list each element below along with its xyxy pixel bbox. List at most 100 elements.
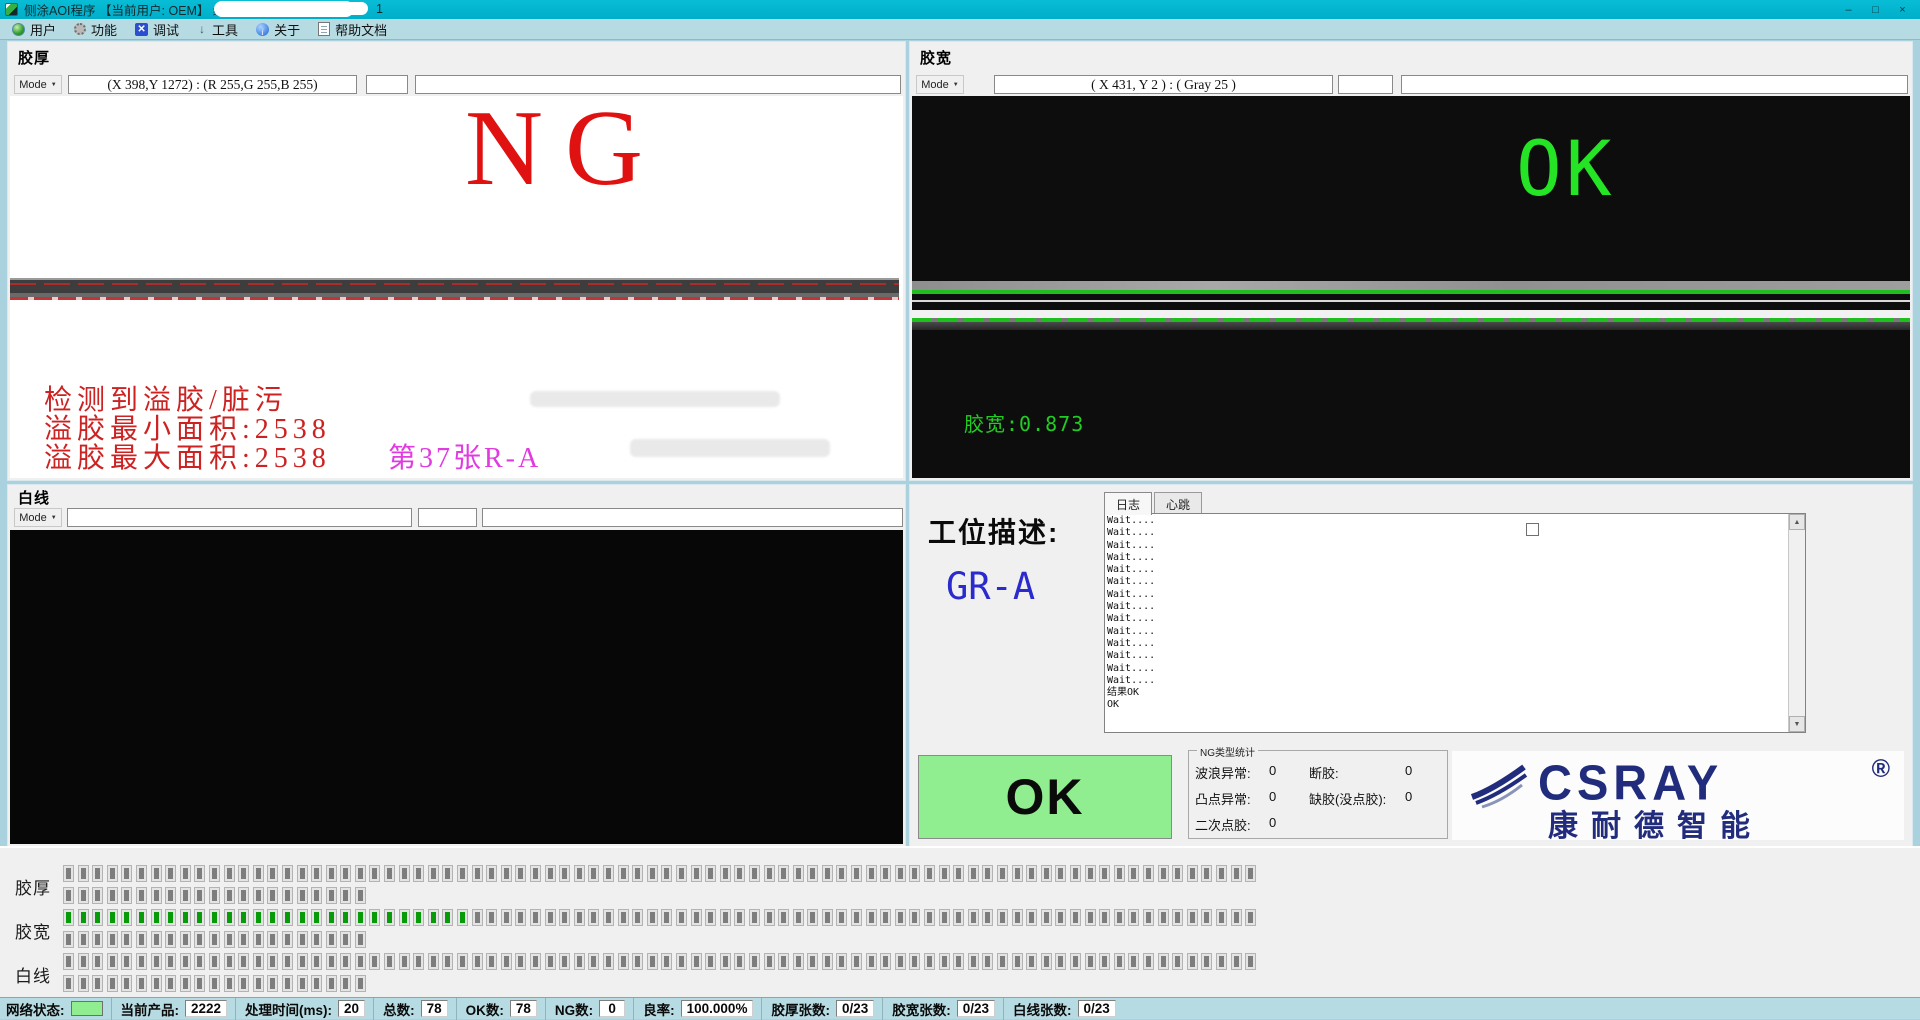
indicator-cell xyxy=(1041,953,1052,970)
menu-item-user[interactable]: 用户 xyxy=(6,19,68,40)
indicator-cell xyxy=(676,909,687,926)
indicator-cell xyxy=(895,909,906,926)
indicator-cell xyxy=(807,909,818,926)
indicator-cell xyxy=(238,931,249,948)
overall-result-button[interactable]: OK xyxy=(918,755,1172,839)
ng-stat-value: 0 xyxy=(1405,789,1412,808)
panel-title-glue-width: 胶宽 xyxy=(920,47,952,68)
indicator-cell xyxy=(282,865,293,882)
indicator-cell xyxy=(953,865,964,882)
menu-label: 工具 xyxy=(212,20,238,39)
indicator-cell xyxy=(165,953,176,970)
scroll-down-icon[interactable]: ▼ xyxy=(1789,716,1805,732)
ng-stats-grid: 波浪异常: 0 断胶: 0 凸点异常: 0 缺胶(没点胶): 0 二次点胶: 0 xyxy=(1195,763,1412,834)
indicator-cell xyxy=(793,909,804,926)
indicator-cell xyxy=(297,953,308,970)
indicator-cell xyxy=(180,909,191,926)
indicator-row xyxy=(63,931,366,948)
erased-smudge xyxy=(530,391,780,407)
indicator-cell xyxy=(1128,909,1139,926)
mode-dropdown-glue-width[interactable]: Mode xyxy=(916,75,964,94)
close-button[interactable]: × xyxy=(1889,0,1916,19)
pixel-readout-glue-width: ( X 431, Y 2 ) : ( Gray 25 ) xyxy=(994,75,1333,94)
tab-log[interactable]: 日志 xyxy=(1104,492,1152,515)
menu-item-debug[interactable]: 调试 xyxy=(129,19,191,40)
log-line: Wait.... xyxy=(1107,650,1785,662)
mode-dropdown-white-line[interactable]: Mode xyxy=(14,508,62,527)
status-item: 胶厚张数:0/23 xyxy=(761,998,882,1020)
log-line: Wait.... xyxy=(1107,601,1785,613)
panel-glue-width: 胶宽 Mode ( X 431, Y 2 ) : ( Gray 25 ) OK … xyxy=(910,42,1912,480)
log-scrollbar[interactable]: ▲ ▼ xyxy=(1788,514,1805,732)
status-item-value: 0/23 xyxy=(1078,1000,1116,1017)
title-bar: 侧涂AOI程序 【当前用户: OEM】 编 1 – □ × xyxy=(0,0,1920,19)
indicator-cell xyxy=(267,953,278,970)
log-line: Wait.... xyxy=(1107,515,1785,527)
status-item-label: NG数: xyxy=(555,999,593,1019)
pixel-readout-glue-thickness: (X 398,Y 1272) : (R 255,G 255,B 255) xyxy=(68,75,357,94)
indicator-cell xyxy=(78,975,89,992)
erased-smudge xyxy=(630,439,830,457)
indicator-cell xyxy=(92,909,103,926)
toolbar-box-long xyxy=(482,508,903,527)
indicator-cell xyxy=(1114,953,1125,970)
indicator-cell xyxy=(442,909,453,926)
menu-item-tools[interactable]: 工具 xyxy=(191,19,250,40)
indicator-cell xyxy=(340,931,351,948)
indicator-cell xyxy=(194,975,205,992)
panel-white-line: 白线 Mode xyxy=(8,485,905,846)
indicator-cell xyxy=(413,909,424,926)
scroll-up-icon[interactable]: ▲ xyxy=(1789,514,1805,530)
indicator-cell xyxy=(939,909,950,926)
indicator-cell xyxy=(253,887,264,904)
menu-item-help-doc[interactable]: 帮助文档 xyxy=(312,19,399,40)
indicator-cell xyxy=(647,909,658,926)
indicator-cell xyxy=(194,909,205,926)
indicator-cell xyxy=(909,953,920,970)
log-line: 结果OK xyxy=(1107,687,1785,699)
indicator-cell xyxy=(340,909,351,926)
status-item-value: 100.000% xyxy=(681,1000,754,1017)
maximize-button[interactable]: □ xyxy=(1862,0,1889,19)
indicator-cell xyxy=(720,953,731,970)
indicator-cell xyxy=(734,909,745,926)
mode-dropdown-glue-thickness[interactable]: Mode xyxy=(14,75,62,94)
ng-stat-label: 断胶: xyxy=(1309,763,1405,782)
indicator-cell xyxy=(209,865,220,882)
indicator-cell xyxy=(530,953,541,970)
ng-stat-value: 0 xyxy=(1269,815,1309,834)
indicator-cell xyxy=(1070,865,1081,882)
indicator-cell xyxy=(632,865,643,882)
indicator-cell xyxy=(136,975,147,992)
menu-item-about[interactable]: 关于 xyxy=(250,19,312,40)
minimize-button[interactable]: – xyxy=(1835,0,1862,19)
status-item: 处理时间(ms):20 xyxy=(235,998,373,1020)
status-item-value: 0/23 xyxy=(836,1000,874,1017)
log-panel[interactable]: Wait....Wait....Wait....Wait....Wait....… xyxy=(1104,513,1806,733)
toolbar-box-small xyxy=(1338,75,1393,94)
pixel-readout-white-line xyxy=(67,508,412,527)
menu-item-functions[interactable]: 功能 xyxy=(68,19,129,40)
log-checkbox[interactable] xyxy=(1526,523,1539,536)
indicator-cell xyxy=(866,909,877,926)
indicator-cell xyxy=(78,887,89,904)
indicator-cell xyxy=(545,909,556,926)
indicator-cell xyxy=(63,909,74,926)
indicator-cell xyxy=(618,953,629,970)
tools-icon xyxy=(197,23,207,36)
log-line: Wait.... xyxy=(1107,638,1785,650)
indicator-cell xyxy=(399,865,410,882)
indicator-cell xyxy=(297,865,308,882)
indicator-cell xyxy=(661,865,672,882)
indicator-cell xyxy=(224,975,235,992)
indicator-cell xyxy=(355,953,366,970)
indicator-cell xyxy=(515,909,526,926)
indicator-group-label: 胶厚 xyxy=(15,874,59,899)
indicator-cell xyxy=(588,953,599,970)
menu-bar: 用户 功能 调试 工具 关于 帮助文档 xyxy=(0,19,1920,40)
indicator-cell xyxy=(121,953,132,970)
indicator-cell xyxy=(253,931,264,948)
ng-stat-value: 0 xyxy=(1405,763,1412,782)
indicator-cell xyxy=(151,909,162,926)
tab-heartbeat[interactable]: 心跳 xyxy=(1154,492,1202,515)
